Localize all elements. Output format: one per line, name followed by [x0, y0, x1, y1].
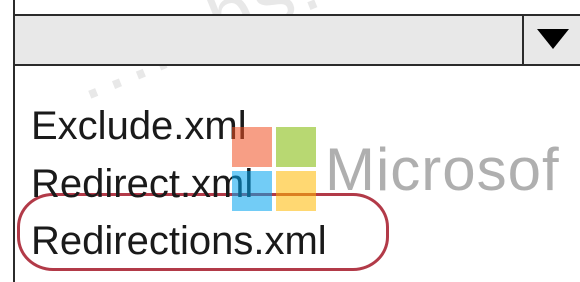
dropdown-button[interactable]	[522, 16, 580, 64]
microsoft-logo-icon	[232, 127, 318, 211]
logo-square-yellow	[276, 171, 316, 211]
list-item-exclude[interactable]: Exclude.xml	[31, 106, 247, 146]
triangle-down-icon	[537, 29, 569, 49]
list-item-redirections[interactable]: Redirections.xml	[31, 221, 327, 261]
watermark-brand-text: Microsof	[325, 136, 560, 203]
combo-header[interactable]	[15, 14, 580, 66]
logo-square-blue	[232, 171, 272, 211]
logo-square-green	[276, 127, 316, 167]
logo-square-red	[232, 127, 272, 167]
list-item-redirect[interactable]: Redirect.xml	[31, 164, 253, 204]
stage: ...mbs.com Exclude.xml Redirect.xml Redi…	[0, 0, 580, 282]
